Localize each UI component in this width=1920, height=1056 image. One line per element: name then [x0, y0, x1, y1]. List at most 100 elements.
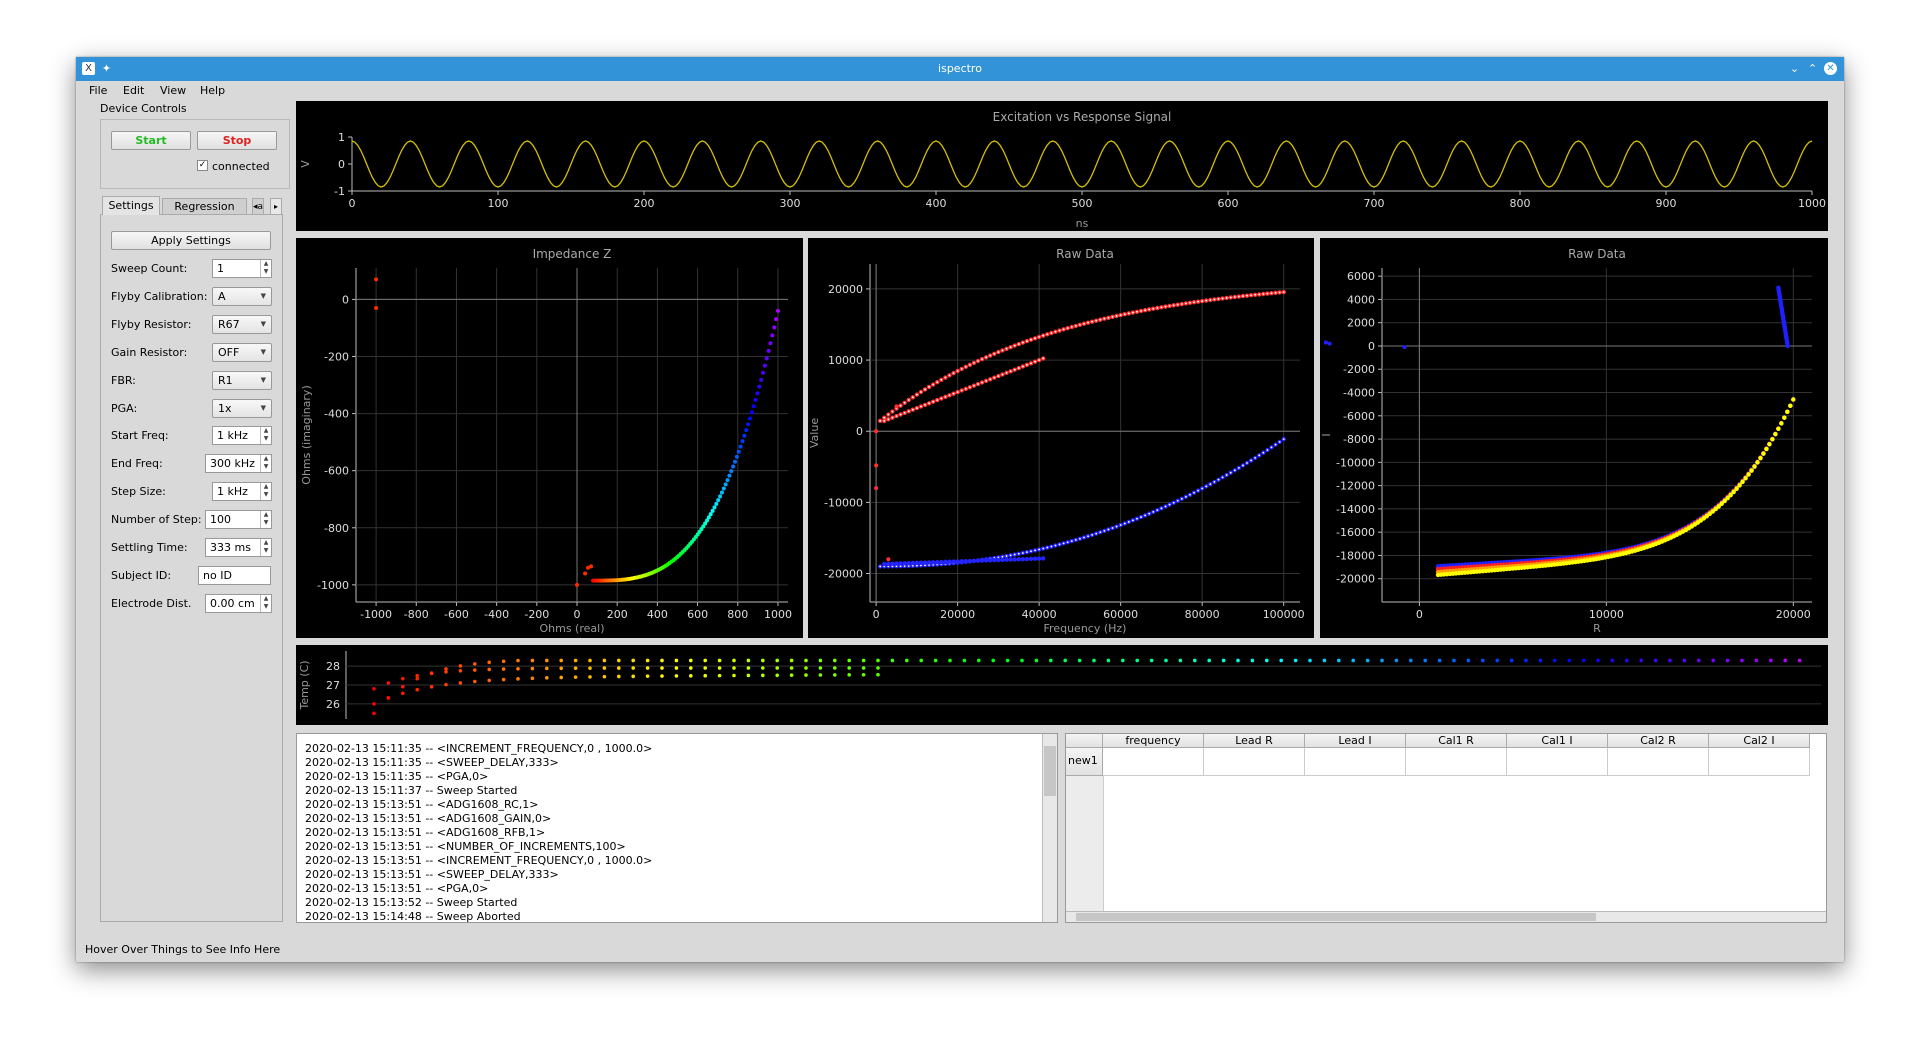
apply-settings-button[interactable]: Apply Settings: [111, 231, 271, 250]
data-point: [833, 666, 837, 670]
temp-plot[interactable]: 28 27 26 Temp (C): [296, 645, 1828, 725]
connected-checkbox[interactable]: ✓: [197, 160, 208, 171]
spin-arrows-icon[interactable]: ▲ ▼: [260, 455, 271, 473]
table-hscrollbar[interactable]: [1066, 911, 1826, 922]
data-point: [847, 673, 851, 677]
spin-arrows-icon[interactable]: ▲ ▼: [260, 483, 271, 501]
table-row-header[interactable]: new1: [1066, 748, 1103, 776]
impedance-plot[interactable]: Impedance Z -1000 -800 -600 -400 -200 0 200 400 6…: [296, 238, 803, 638]
chevron-down-icon[interactable]: ▼: [261, 400, 266, 417]
chevron-down-icon[interactable]: ▼: [261, 316, 266, 333]
log-line: 2020-02-13 15:11:37 -- Sweep Started: [305, 784, 518, 797]
data-point: [1625, 658, 1629, 663]
data-point: [789, 658, 794, 663]
electrode-dist-input[interactable]: 0.00 cm ▲ ▼: [205, 593, 272, 613]
x-tick-label: 1000: [764, 608, 792, 621]
table-hscrollbar-thumb[interactable]: [1076, 913, 1596, 921]
minimize-icon[interactable]: ⌄: [1788, 62, 1801, 75]
data-point: [727, 473, 732, 478]
table-cell[interactable]: [1507, 748, 1608, 776]
chevron-down-icon[interactable]: ▼: [261, 372, 266, 389]
number-of-step-input[interactable]: 100 ▲ ▼: [205, 510, 272, 530]
data-table[interactable]: frequency Lead R Lead I Cal1 R Cal1 I Cal2 RC…: [1065, 733, 1827, 923]
data-point: [1148, 512, 1151, 515]
table-column-header[interactable]: Cal2 I: [1709, 734, 1810, 748]
pga-select[interactable]: 1x ▼: [212, 398, 272, 418]
data-point: [910, 560, 915, 566]
data-point: [1229, 296, 1232, 299]
spin-arrows-icon[interactable]: ▲ ▼: [260, 539, 271, 556]
data-point: [744, 428, 749, 433]
electrode-dist-label: Electrode Dist.: [111, 596, 192, 610]
fbr-select[interactable]: R1 ▼: [212, 370, 272, 390]
data-point: [717, 666, 722, 670]
table-row-header-fill: [1066, 776, 1104, 912]
data-point: [1250, 658, 1255, 663]
raw-data-freq-plot[interactable]: Raw Data0 20000 40000 60000 80000 10000020000…: [808, 238, 1314, 638]
table-column-header[interactable]: Lead R: [1204, 734, 1305, 748]
data-point: [991, 658, 995, 663]
raw-data-ri-plot[interactable]: Raw Data0 10000 200006000400020000-2000-40…: [1320, 238, 1828, 638]
data-point: [1095, 532, 1098, 535]
data-point: [914, 560, 920, 566]
table-column-header[interactable]: Cal1 I: [1507, 734, 1608, 748]
stop-button[interactable]: Stop: [197, 131, 277, 150]
data-point: [861, 672, 866, 677]
end-freq-input[interactable]: 300 kHz ▲ ▼: [205, 454, 272, 474]
data-point: [1262, 293, 1265, 295]
tab-overflow[interactable]: ◂a: [252, 198, 264, 215]
chevron-down-icon[interactable]: ▼: [261, 344, 266, 361]
table-cell[interactable]: [1608, 748, 1709, 776]
sweep-count-input[interactable]: 1 ▲ ▼: [212, 259, 272, 278]
spin-arrows-icon[interactable]: ▲ ▼: [260, 427, 271, 445]
tab-scroll-right-icon[interactable]: ▸: [270, 198, 282, 215]
spin-arrows-icon[interactable]: ▲ ▼: [260, 260, 271, 277]
chevron-down-icon[interactable]: ▼: [261, 288, 266, 305]
step-size-input[interactable]: 1 kHz ▲ ▼: [212, 482, 272, 502]
spin-arrows-icon[interactable]: ▲ ▼: [260, 511, 271, 529]
table-cell[interactable]: [1305, 748, 1406, 776]
table-cell[interactable]: [1406, 748, 1507, 776]
data-point: [1682, 658, 1687, 663]
start-freq-input[interactable]: 1 kHz ▲ ▼: [212, 426, 272, 446]
tab-regression[interactable]: Regression: [162, 198, 247, 215]
close-icon[interactable]: ✕: [1824, 62, 1837, 75]
data-point: [372, 711, 376, 716]
menu-view[interactable]: View: [160, 84, 186, 97]
table-column-header[interactable]: Lead I: [1305, 734, 1406, 748]
data-point: [1140, 516, 1142, 518]
maximize-icon[interactable]: ⌃: [1806, 62, 1819, 75]
table-column-header[interactable]: Cal2 R: [1608, 734, 1709, 748]
menu-help[interactable]: Help: [200, 84, 225, 97]
data-point: [1017, 367, 1020, 369]
flyby-calibration-select[interactable]: A ▼: [212, 286, 272, 306]
tab-a[interactable]: a: [258, 202, 263, 212]
data-point: [932, 383, 935, 386]
signal-plot[interactable]: Excitation vs Response Signal 0 100 200 300 4…: [296, 101, 1828, 231]
data-point: [948, 394, 951, 397]
table-column-header[interactable]: frequency: [1103, 734, 1204, 748]
table-cell[interactable]: [1709, 748, 1810, 776]
data-point: [1168, 305, 1171, 307]
spin-arrows-icon[interactable]: ▲ ▼: [260, 594, 271, 612]
step-size-value: 1 kHz: [217, 485, 248, 499]
tab-settings[interactable]: Settings: [102, 196, 160, 215]
log-scrollbar-thumb[interactable]: [1044, 746, 1056, 796]
table-column-header[interactable]: Cal1 R: [1406, 734, 1507, 748]
table-cell[interactable]: [1103, 748, 1204, 776]
settling-time-input[interactable]: 333 ms ▲ ▼: [205, 538, 272, 557]
flyby-resistor-select[interactable]: R67 ▼: [212, 314, 272, 334]
start-button[interactable]: Start: [111, 131, 191, 150]
gain-resistor-select[interactable]: OFF ▼: [212, 342, 272, 362]
data-point: [1740, 658, 1744, 663]
log-scrollbar[interactable]: [1042, 734, 1057, 922]
data-point: [876, 672, 880, 677]
data-point: [906, 560, 911, 566]
menu-file[interactable]: File: [89, 84, 107, 97]
log-view[interactable]: 2020-02-13 15:11:35 -- <INCREMENT_FREQUE…: [296, 733, 1058, 923]
menu-edit[interactable]: Edit: [123, 84, 144, 97]
table-cell[interactable]: [1204, 748, 1305, 776]
subject-id-input[interactable]: no ID: [198, 565, 271, 585]
data-point: [415, 676, 419, 681]
data-point: [733, 459, 738, 464]
